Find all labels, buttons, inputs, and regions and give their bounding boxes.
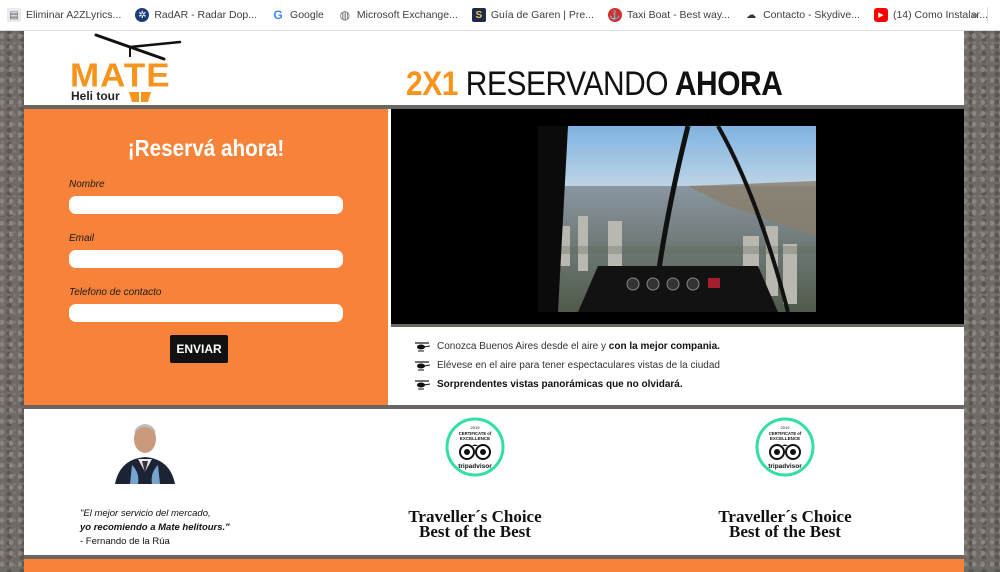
feature-list: Conozca Buenos Aires desde el aire y con… [391,327,964,405]
garen-icon: S [471,8,486,22]
testimonials-section: "El mejor servicio del mercado, yo recom… [24,409,964,555]
name-input[interactable] [69,196,343,214]
site-header: MATE Heli tour 2X1 RESERVANDO AHORA [24,31,964,107]
youtube-icon: ▶ [873,8,888,22]
radar-icon: ✲ [135,8,150,22]
globe-icon: ◍ [339,8,351,22]
headline-ahora: AHORA [674,65,783,103]
folder-icon: ▤ [7,8,21,22]
mate-logo[interactable]: MATE Heli tour [68,33,188,103]
bookmarks-divider [987,7,988,23]
footer-strip [24,559,964,572]
fernando-de-la-rua-photo [110,417,180,484]
phone-input[interactable] [69,304,343,322]
bookmark-item[interactable]: S Guía de Garen | Pre... [465,4,601,26]
media-panel [391,109,964,324]
bookmark-item[interactable]: ▤ Eliminar A2ZLyrics... [0,4,128,26]
travellers-choice-award: Traveller´s Choice Best of the Best [718,507,852,541]
testimonial-quote: "El mejor servicio del mercado, yo recom… [80,508,230,547]
bookmark-item[interactable]: ✲ RadAR - Radar Dop... [128,4,264,26]
svg-text:2019: 2019 [471,425,481,430]
bookmarks-overflow-button[interactable]: » [971,7,978,22]
google-icon: G [273,8,283,22]
name-label: Nombre [69,179,105,190]
svg-text:EXCELLENCE: EXCELLENCE [770,436,800,441]
svg-text:tripadvisor: tripadvisor [458,463,492,470]
mate-cup-icon [129,92,151,102]
headline-reservando: RESERVANDO [465,65,669,103]
svg-text:EXCELLENCE: EXCELLENCE [460,436,490,441]
reservation-form: ¡Reservá ahora! Nombre Email Telefono de… [24,109,388,405]
feature-item: Sorprendentes vistas panorámicas que no … [413,379,683,390]
send-button[interactable]: ENVIAR [170,335,228,363]
form-title: ¡Reservá ahora! [127,135,285,161]
logo-subtitle: Heli tour [71,89,120,103]
other-bookmarks-button[interactable] [990,3,1000,25]
bookmarks-bar: ▤ Eliminar A2ZLyrics... ✲ RadAR - Radar … [0,0,1000,31]
phone-label: Telefono de contacto [69,287,162,298]
email-label: Email [69,233,95,244]
helicopter-cockpit-image[interactable] [538,126,816,312]
svg-text:2019: 2019 [781,425,791,430]
feature-item: Elévese en el aire para tener espectacul… [413,360,720,371]
bookmark-item[interactable]: G Google [264,4,331,26]
headline-2x1: 2X1 [406,65,458,103]
landing-page: MATE Heli tour 2X1 RESERVANDO AHORA ¡Res… [24,31,964,572]
travellers-choice-award: Traveller´s Choice Best of the Best [408,507,542,541]
helicopter-icon [415,360,431,370]
helicopter-icon [415,379,431,389]
bookmark-item[interactable]: ⚓ Taxi Boat - Best way... [601,4,737,26]
email-input[interactable] [69,250,343,268]
taxiboat-icon: ⚓ [607,8,622,22]
tripadvisor-certificate-badge: 2019 CERTIFICATE of EXCELLENCE tripadvis… [445,417,505,477]
helicopter-icon [415,341,431,351]
bookmark-item[interactable]: ☁ Contacto - Skydive... [737,4,867,26]
skydive-icon: ☁ [746,9,757,21]
tripadvisor-certificate-badge: 2019 CERTIFICATE of EXCELLENCE tripadvis… [755,417,815,477]
promo-headline: 2X1 RESERVANDO AHORA [406,65,783,104]
feature-item: Conozca Buenos Aires desde el aire y con… [413,341,720,352]
svg-text:tripadvisor: tripadvisor [768,463,802,470]
bookmark-item[interactable]: ◍ Microsoft Exchange... [331,4,465,26]
